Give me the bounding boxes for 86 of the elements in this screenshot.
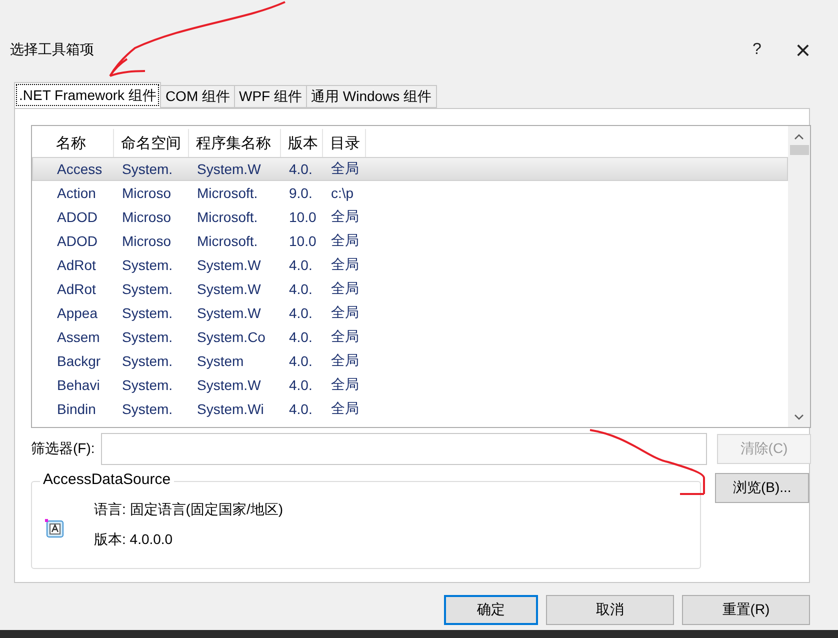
table-cell-text: 全局 <box>330 376 360 394</box>
table-cell-text: Microsoft. <box>196 185 259 201</box>
table-cell-text: System. <box>121 257 174 273</box>
tab[interactable]: COM 组件 <box>160 85 235 108</box>
table-cell-text: Microso <box>121 185 172 201</box>
component-icon <box>44 518 66 540</box>
table-cell-text: ADOD <box>56 209 98 225</box>
list-row[interactable]: Access System. System.W 4.0. 全局 <box>32 157 788 181</box>
table-cell-text: System. <box>121 329 174 345</box>
table-cell-text: 全局 <box>330 304 360 322</box>
table-cell-text: 4.0. <box>288 329 314 345</box>
table-cell-text: System.W <box>196 257 262 273</box>
table-cell-text: System <box>196 353 245 369</box>
table-cell-text: System. <box>121 281 174 297</box>
close-button[interactable]: × <box>780 34 826 66</box>
table-cell-text: System.Wi <box>196 401 265 417</box>
table-cell-text: 全局 <box>330 280 360 298</box>
table-cell-text: Action <box>56 185 97 201</box>
table-cell-text: Microsoft. <box>196 233 259 249</box>
language-text: 语言: 固定语言(固定国家/地区) <box>94 501 283 519</box>
scroll-down-icon[interactable] <box>794 413 804 421</box>
table-cell-text: Appea <box>56 305 98 321</box>
table-cell-text: System.Co <box>196 329 266 345</box>
table-cell-text: AdRot <box>56 257 97 273</box>
scroll-thumb[interactable] <box>790 145 808 155</box>
table-cell-text: 全局 <box>330 232 360 250</box>
table-cell-text: 9.0. <box>288 185 314 201</box>
table-cell-text: System.W <box>196 161 262 177</box>
table-cell-text: 全局 <box>330 328 360 346</box>
table-cell-text: 4.0. <box>288 161 314 177</box>
table-cell-text: 全局 <box>330 400 360 418</box>
table-cell-text: 4.0. <box>288 305 314 321</box>
table-cell-text: 4.0. <box>288 281 314 297</box>
dialog-button[interactable]: 确定 <box>444 595 538 625</box>
table-cell-text: Microsoft. <box>196 209 259 225</box>
list-row[interactable]: Behavi System. System.W 4.0. 全局 <box>32 373 788 397</box>
table-cell-text: System. <box>121 377 174 393</box>
tab[interactable]: .NET Framework 组件 <box>14 82 162 108</box>
dialog-button[interactable]: 取消 <box>546 595 674 625</box>
list-row[interactable]: Assem System. System.Co 4.0. 全局 <box>32 325 788 349</box>
table-cell-text: System. <box>121 401 174 417</box>
list-row[interactable]: Appea System. System.W 4.0. 全局 <box>32 301 788 325</box>
list-row[interactable]: ADOD Microso Microsoft. 10.0 全局 <box>32 229 788 253</box>
table-cell-text: Access <box>56 161 104 177</box>
tab[interactable]: 通用 Windows 组件 <box>306 85 437 108</box>
table-cell-text: c:\p <box>330 185 355 201</box>
list-row[interactable]: ADOD Microso Microsoft. 10.0 全局 <box>32 205 788 229</box>
table-cell-text: Bindin <box>56 401 97 417</box>
table-cell-text: 全局 <box>330 352 360 370</box>
list-row[interactable]: AdRot System. System.W 4.0. 全局 <box>32 253 788 277</box>
table-cell-text: 4.0. <box>288 401 314 417</box>
table-cell-text: System. <box>121 305 174 321</box>
table-cell-text: 全局 <box>330 256 360 274</box>
table-cell-text: 4.0. <box>288 377 314 393</box>
table-cell-text: 全局 <box>330 160 360 178</box>
table-cell-text: Microso <box>121 209 172 225</box>
table-cell-text: 10.0 <box>288 209 318 225</box>
table-cell-text: System.W <box>196 305 262 321</box>
scroll-up-icon[interactable] <box>794 133 804 141</box>
table-cell-text: System. <box>121 353 174 369</box>
list-row[interactable]: Backgr System. System 4.0. 全局 <box>32 349 788 373</box>
table-cell-text: Backgr <box>56 353 102 369</box>
list-row[interactable]: AdRot System. System.W 4.0. 全局 <box>32 277 788 301</box>
table-cell-text: System.W <box>196 377 262 393</box>
table-cell-text: 4.0. <box>288 353 314 369</box>
table-cell-text: 4.0. <box>288 257 314 273</box>
list-row[interactable]: Bindin System. System.Wi 4.0. 全局 <box>32 397 788 421</box>
table-cell-text: Assem <box>56 329 101 345</box>
table-cell-text: Microso <box>121 233 172 249</box>
table-cell-text: 10.0 <box>288 233 318 249</box>
help-button[interactable]: ? <box>734 41 780 59</box>
table-cell-text: ADOD <box>56 233 98 249</box>
filter-field[interactable] <box>100 433 707 465</box>
browse-button[interactable]: 浏览(B)... <box>715 473 809 503</box>
scrollbar[interactable] <box>788 126 810 427</box>
filter-label: 筛选器(F): <box>31 440 95 458</box>
table-cell-text: System.W <box>196 281 262 297</box>
window-title: 选择工具箱项 <box>10 41 95 59</box>
table-cell-text: Behavi <box>56 377 101 393</box>
table-cell-text: AdRot <box>56 281 97 297</box>
version-text: 版本: 4.0.0.0 <box>94 531 174 549</box>
dialog-button[interactable]: 重置(R) <box>682 595 810 625</box>
table-cell-text: 全局 <box>330 208 360 226</box>
list-row[interactable]: Action Microso Microsoft. 9.0. c:\p <box>32 181 788 205</box>
tab[interactable]: WPF 组件 <box>234 85 307 108</box>
table-cell-text: System. <box>121 161 174 177</box>
